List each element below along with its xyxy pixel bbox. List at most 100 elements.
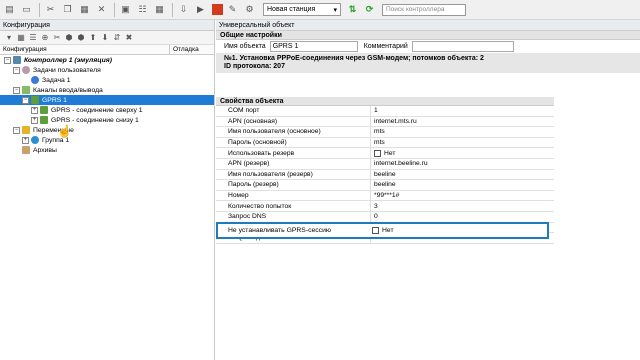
folder-icon[interactable]: ▭ — [19, 2, 34, 17]
highlighted-property-row[interactable]: Не устанавливать GPRS-сессию Нет — [216, 222, 549, 239]
panel-title: Универсальный объект — [216, 20, 640, 31]
archive-icon — [22, 146, 30, 154]
tree-node-gprs-bottom[interactable]: + GPRS - соединение снизу 1 — [0, 115, 214, 125]
property-row[interactable]: Имя пользователя (основное) mts — [216, 127, 554, 138]
tree-node-task1[interactable]: Задача 1 — [0, 75, 214, 85]
tree-node-archives[interactable]: Архивы — [0, 145, 214, 155]
expand-icon[interactable]: + — [31, 106, 38, 114]
download-icon[interactable]: ⇩ — [176, 2, 191, 17]
property-row[interactable]: APN (резерв) internet.beeline.ru — [216, 158, 554, 170]
property-value[interactable]: *99***1# — [371, 191, 554, 201]
checkbox[interactable] — [374, 149, 381, 157]
tree-node-variables[interactable]: − Переменные — [0, 125, 214, 135]
property-value[interactable]: Нет — [371, 148, 554, 158]
property-key: Пароль (основной) — [216, 137, 371, 148]
stop-icon[interactable]: ▶ — [193, 2, 208, 17]
property-value[interactable]: beeline — [371, 180, 554, 190]
add-icon[interactable]: ▾ — [4, 33, 14, 42]
delete-icon[interactable]: ✖ — [124, 33, 134, 42]
property-key: APN (основная) — [216, 116, 371, 127]
collapse-icon[interactable]: − — [13, 126, 20, 134]
property-row[interactable]: Имя пользователя (резерв) beeline — [216, 169, 554, 181]
property-key: Номер — [216, 190, 371, 201]
comment-label: Комментарий — [363, 43, 408, 50]
property-key: Имя пользователя (основное) — [216, 127, 371, 137]
section-header: Общие настройки — [216, 31, 640, 40]
property-value[interactable]: mts — [371, 127, 554, 137]
property-value[interactable]: 3 — [371, 201, 554, 211]
property-value[interactable]: 1 — [371, 106, 554, 116]
checkbox[interactable] — [372, 227, 379, 234]
grid-icon[interactable]: ▦ — [152, 2, 167, 17]
variables-icon — [22, 126, 30, 134]
tasks-icon — [22, 66, 30, 74]
delete-icon[interactable]: ✕ — [94, 2, 109, 17]
object-icon[interactable]: ⬢ — [64, 33, 74, 42]
property-row[interactable]: APN (основная) internet.mts.ru — [216, 116, 554, 128]
property-row[interactable]: Пароль (основной) mts — [216, 137, 554, 149]
property-row[interactable]: Пароль (резерв) beeline — [216, 180, 554, 191]
move-icon[interactable]: ⇵ — [112, 33, 122, 42]
stop-button[interactable] — [212, 4, 223, 15]
property-row[interactable]: COM порт 1 — [216, 106, 554, 117]
column-debug[interactable]: Отладка — [170, 45, 199, 54]
expand-icon[interactable]: + — [22, 136, 29, 144]
grid-icon[interactable]: ▦ — [16, 33, 26, 42]
save-icon[interactable]: ▤ — [2, 2, 17, 17]
collapse-icon[interactable]: − — [13, 86, 20, 94]
panel-title: Конфигурация — [0, 20, 214, 31]
collapse-icon[interactable]: − — [22, 96, 29, 104]
pen-icon[interactable]: ✎ — [225, 2, 240, 17]
comment-input[interactable] — [411, 41, 514, 52]
tree-node-group1[interactable]: + Группа 1 — [0, 135, 214, 145]
task-icon — [31, 76, 39, 84]
property-key: Пароль (резерв) — [216, 180, 371, 190]
collapse-icon[interactable]: − — [4, 56, 11, 64]
separator — [39, 2, 40, 17]
down-icon[interactable]: ⬇ — [100, 33, 110, 42]
refresh-icon[interactable]: ⟳ — [362, 2, 377, 17]
station-select[interactable]: Новая станция ▾ — [263, 3, 341, 16]
property-value[interactable]: beeline — [371, 170, 554, 180]
name-label: Имя объекта — [224, 43, 266, 50]
copy-icon[interactable]: ❐ — [60, 2, 75, 17]
table-icon[interactable]: ☷ — [135, 2, 150, 17]
property-row[interactable]: Использовать резерв Нет — [216, 148, 554, 159]
list-icon[interactable]: ☰ — [28, 33, 38, 42]
expand-icon[interactable]: + — [31, 116, 38, 124]
property-key: APN (резерв) — [216, 158, 371, 169]
settings-icon[interactable]: ⚙ — [242, 2, 257, 17]
chip-icon[interactable]: ▣ — [118, 2, 133, 17]
paste-icon[interactable]: ▦ — [77, 2, 92, 17]
cut-icon[interactable]: ✂ — [43, 2, 58, 17]
property-value[interactable]: internet.beeline.ru — [371, 159, 554, 169]
property-row[interactable]: Запрос DNS 0 — [216, 211, 554, 223]
tree-node-gprs1[interactable]: − GPRS 1 — [0, 95, 214, 105]
tree-node-controller[interactable]: − Контроллер 1 (эмуляция) — [0, 55, 214, 65]
property-value[interactable]: internet.mts.ru — [371, 117, 554, 127]
tag-icon[interactable]: ⊕ — [40, 33, 50, 42]
up-icon[interactable]: ⬆ — [88, 33, 98, 42]
connect-icon[interactable]: ⇅ — [345, 2, 360, 17]
column-configuration[interactable]: Конфигурация — [0, 45, 170, 54]
section-header: Свойства объекта — [216, 97, 554, 106]
property-value[interactable]: Нет — [368, 227, 394, 234]
station-value: Новая станция — [267, 6, 316, 13]
tree-node-gprs-top[interactable]: + GPRS - соединение сверху 1 — [0, 105, 214, 115]
name-input[interactable]: GPRS 1 — [269, 41, 358, 52]
configuration-panel: Конфигурация ▾ ▦ ☰ ⊕ ✂ ⬢ ⬢ ⬆ ⬇ ⇵ ✖ Конфи… — [0, 20, 215, 360]
object-icon[interactable]: ⬢ — [76, 33, 86, 42]
cut-icon[interactable]: ✂ — [52, 33, 62, 42]
property-value[interactable]: 0 — [371, 212, 554, 222]
property-key: Использовать резерв — [216, 148, 371, 158]
property-row[interactable]: Количество попыток 3 — [216, 201, 554, 212]
property-row[interactable]: Номер *99***1# — [216, 190, 554, 202]
property-value[interactable]: mts — [371, 138, 554, 148]
tree-node-io-channels[interactable]: − Каналы ввода/вывода — [0, 85, 214, 95]
search-input[interactable]: Поиск контроллера — [382, 3, 466, 16]
mouse-cursor-icon: ☝ — [57, 124, 72, 138]
tree-node-user-tasks[interactable]: − Задачи пользователя — [0, 65, 214, 75]
main-toolbar: ▤ ▭ ✂ ❐ ▦ ✕ ▣ ☷ ▦ ⇩ ▶ ✎ ⚙ Новая станция … — [0, 0, 640, 20]
collapse-icon[interactable]: − — [13, 66, 20, 74]
chevron-down-icon: ▾ — [333, 6, 337, 14]
